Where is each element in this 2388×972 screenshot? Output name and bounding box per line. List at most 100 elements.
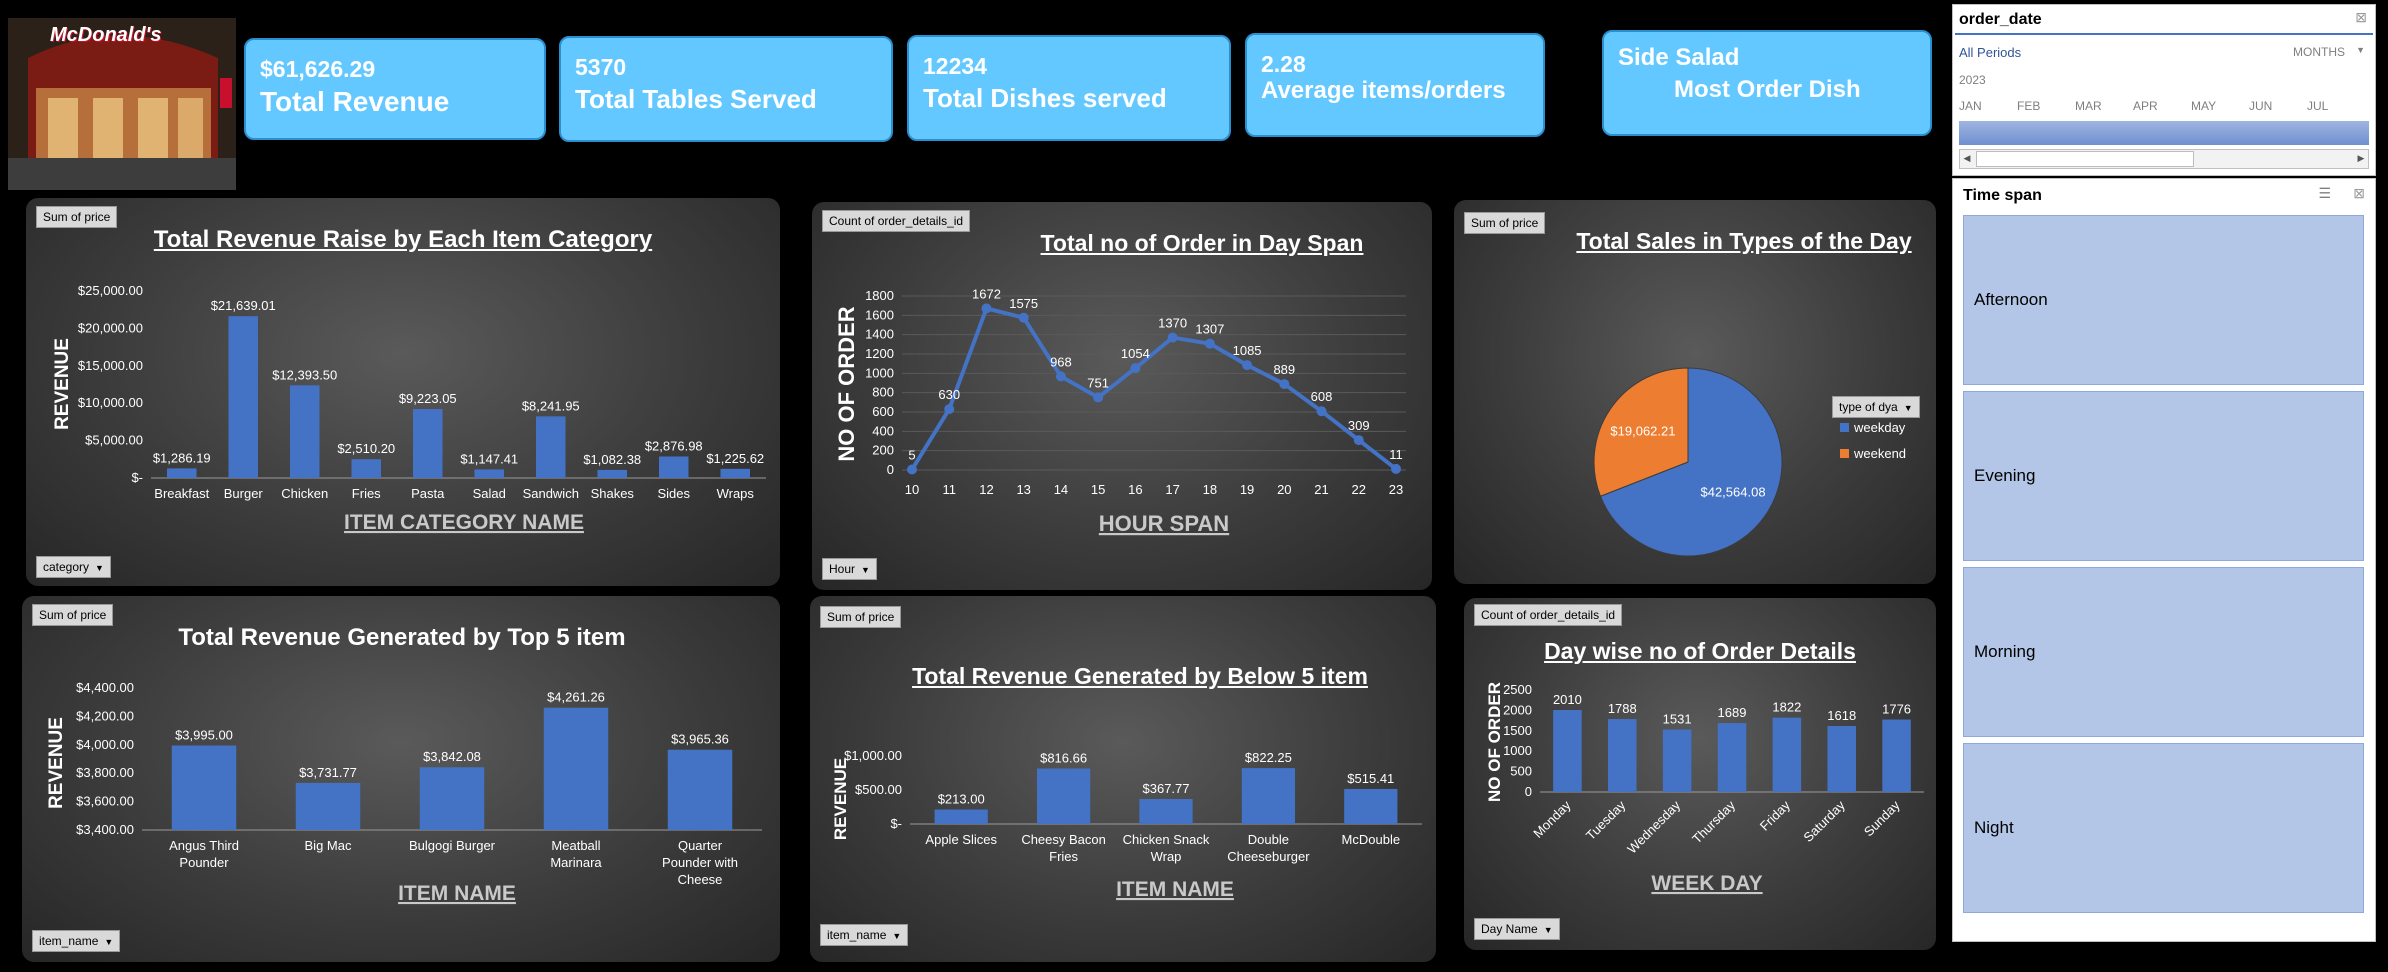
x-tick-label: Breakfast (154, 486, 209, 501)
kpi-value: 5370 (575, 54, 627, 80)
bar (419, 767, 485, 830)
scroll-right-icon[interactable]: ▶ (2354, 150, 2368, 166)
y-tick-label: 1000 (1503, 743, 1532, 758)
y-tick-label: $3,400.00 (76, 822, 134, 837)
data-label: 11 (1389, 447, 1403, 462)
bar (1772, 717, 1802, 792)
data-label: $2,876.98 (645, 438, 703, 453)
chart-panel-bottom5: Sum of price Total Revenue Generated by … (810, 596, 1436, 962)
slicer-item-night[interactable]: Night (1963, 743, 2364, 913)
timeline-divider (1955, 33, 2373, 35)
data-label: $816.66 (1040, 750, 1087, 765)
chevron-down-icon[interactable]: ▼ (2356, 45, 2365, 55)
bar (1882, 719, 1911, 792)
scroll-left-icon[interactable]: ◀ (1960, 150, 1974, 166)
data-label: $367.77 (1143, 781, 1190, 796)
data-label: $213.00 (938, 792, 985, 807)
slicer-item-evening[interactable]: Evening (1963, 391, 2364, 561)
x-tick-label: Chicken Snack (1123, 832, 1210, 847)
axis-field-button[interactable]: item_name ▼ (820, 924, 909, 946)
y-tick-label: 0 (887, 462, 894, 477)
legend-swatch (1840, 423, 1849, 432)
data-label: 630 (938, 387, 960, 402)
y-tick-label: 0 (1525, 784, 1532, 799)
y-tick-label: 400 (872, 423, 894, 438)
x-tick-label: Wrap (1151, 849, 1182, 864)
x-tick-label: Apple Slices (925, 832, 997, 847)
y-tick-label: 1800 (865, 288, 894, 303)
kpi-total-revenue: $61,626.29 Total Revenue (244, 38, 546, 140)
data-label: $9,223.05 (399, 391, 457, 406)
axis-field-button[interactable]: category ▼ (36, 556, 111, 578)
timeline-selection-bar[interactable] (1959, 121, 2369, 145)
data-label: $515.41 (1347, 771, 1394, 786)
category-chart: $- $5,000.00 $10,000.00 $15,000.00 $20,000.0… (52, 283, 766, 534)
bar (166, 468, 197, 478)
data-label: 608 (1311, 389, 1333, 404)
data-label: 1618 (1827, 708, 1856, 723)
axis-field-button[interactable]: item_name ▼ (32, 930, 121, 952)
legend-field-label: type of dya (1839, 400, 1898, 414)
time-level-dropdown[interactable]: MONTHS (2293, 45, 2345, 59)
axis-field-button[interactable]: Day Name ▼ (1474, 918, 1560, 940)
scrollbar-thumb[interactable] (1976, 151, 2194, 167)
data-label: $3,965.36 (671, 732, 729, 747)
data-label: $2,510.20 (337, 441, 395, 456)
data-label: $3,842.08 (423, 749, 481, 764)
clear-filter-icon[interactable]: ⊠ (2355, 9, 2367, 26)
kpi-label: Total Dishes served (923, 83, 1167, 113)
bar (1717, 723, 1747, 792)
month-label: MAR (2075, 99, 2102, 113)
bar (543, 707, 609, 830)
slicer-item-afternoon[interactable]: Afternoon (1963, 215, 2364, 385)
x-tick-label: Salad (473, 486, 506, 501)
data-label: 2010 (1553, 692, 1582, 707)
dropdown-arrow-icon: ▼ (95, 563, 104, 573)
clear-filter-icon[interactable]: ⊠ (2353, 185, 2365, 202)
x-tick-label: Pasta (411, 486, 445, 501)
bar (720, 468, 751, 478)
kpi-most-order-dish: Side Salad Most Order Dish (1602, 30, 1932, 136)
legend-field-button[interactable]: type of dya ▼ (1832, 396, 1920, 418)
x-tick-label: Tuesday (1583, 797, 1629, 843)
data-point (1204, 338, 1215, 349)
bar (1036, 768, 1091, 824)
data-label: 751 (1087, 375, 1109, 390)
chart-panel-top5: Sum of price Total Revenue Generated by … (22, 596, 780, 962)
month-label: JUL (2307, 99, 2329, 113)
data-label: $3,995.00 (175, 728, 233, 743)
axis-field-label: item_name (39, 934, 99, 948)
x-tick-label: Shakes (591, 486, 635, 501)
slicer-item-morning[interactable]: Morning (1963, 567, 2364, 737)
y-tick-label: 500 (1510, 764, 1532, 779)
kpi-total-tables-served: 5370 Total Tables Served (559, 36, 893, 142)
x-tick-label: Big Mac (305, 838, 352, 853)
x-tick-label: Cheesy Bacon (1021, 832, 1106, 847)
axis-field-label: Day Name (1481, 922, 1538, 936)
x-axis-title: HOUR SPAN (1099, 511, 1229, 536)
multi-select-icon[interactable]: ☰ (2318, 185, 2331, 202)
kpi-value: Side Salad (1618, 44, 1740, 71)
y-axis-title: REVENUE (52, 338, 73, 430)
axis-field-button[interactable]: Hour ▼ (822, 558, 877, 580)
slicer-item-label: Afternoon (1974, 290, 2048, 309)
x-tick-label: Sides (657, 486, 690, 501)
data-label: 1531 (1663, 712, 1692, 727)
x-tick-label: 12 (979, 482, 993, 497)
data-label: 1370 (1158, 316, 1187, 331)
x-tick-label: Double (1248, 832, 1289, 847)
bottom5-chart: $- $500.00 $1,000.00 $213.00 Apple Slices $81… (831, 748, 1422, 901)
x-tick-label: Sandwich (523, 486, 579, 501)
bar (228, 316, 259, 478)
month-label: APR (2133, 99, 2158, 113)
order-date-timeline[interactable]: order_date ⊠ All Periods MONTHS ▼ 2023 J… (1952, 4, 2376, 176)
bar (1827, 725, 1856, 792)
x-axis-title: ITEM CATEGORY NAME (344, 511, 584, 534)
dropdown-arrow-icon: ▼ (1903, 403, 1913, 413)
x-tick-label: Wednesday (1624, 797, 1683, 856)
x-tick-label: 15 (1091, 482, 1105, 497)
y-tick-label: $3,600.00 (76, 794, 134, 809)
data-label: $12,393.50 (272, 367, 337, 382)
timeline-scrollbar[interactable]: ◀ ▶ (1959, 149, 2369, 169)
data-label: 1689 (1718, 705, 1747, 720)
